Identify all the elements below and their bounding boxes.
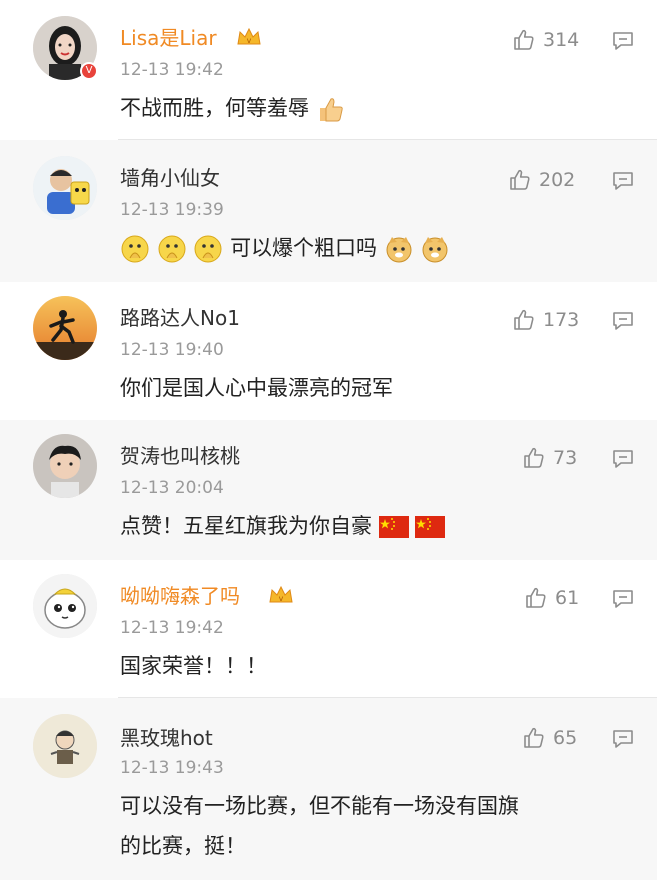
like-count: 173 [543,309,580,331]
avatar[interactable] [33,574,97,638]
comment-time: 12-13 19:42 [120,618,224,638]
like-button[interactable]: 73 [522,446,577,470]
username[interactable]: 呦呦嗨森了吗 [120,580,240,609]
avatar[interactable] [33,714,97,778]
pray-emoji-icon [194,235,222,263]
thumbs-up-icon [319,98,343,122]
pray-emoji-icon [121,235,149,263]
comment-text: 可以爆个粗口吗 [120,228,630,268]
reply-icon[interactable] [612,589,634,609]
like-button[interactable]: 173 [512,308,579,332]
verified-badge-icon: V [80,62,98,80]
vip-crown-icon: v [269,585,293,603]
comment-text: 国家荣誉！！！ [120,654,267,678]
comment-time: 12-13 19:43 [120,758,224,778]
comment-item: 路路达人No1 12-13 19:40 你们是国人心中最漂亮的冠军 173 [0,282,657,420]
comment-text: 不战而胜，何等羞辱 [120,88,630,128]
thumbs-up-outline-icon [524,447,544,468]
comment-text: 可以没有一场比赛，但不能有一场没有国旗 的比赛，挺！ [120,786,630,866]
china-flag-icon [378,516,409,538]
like-count: 314 [543,29,580,51]
comment-item: 黑玫瑰hot 12-13 19:43 可以没有一场比赛，但不能有一场没有国旗 的… [0,698,657,880]
comment-text: 你们是国人心中最漂亮的冠军 [120,376,393,400]
thumbs-up-outline-icon [524,727,544,748]
username[interactable]: 黑玫瑰hot [120,722,213,751]
comment-item: 呦呦嗨森了吗 v 12-13 19:42 国家荣誉！！！ 61 [0,560,657,698]
reply-icon[interactable] [612,311,634,331]
comment-list: V Lisa是Liar v 12-13 19:42 不战而胜，何等羞辱 314 … [0,0,657,880]
china-flag-icon [415,516,446,538]
comment-item: 墙角小仙女 12-13 19:39 可以爆个粗口吗 202 [0,140,657,282]
thumbs-up-outline-icon [510,169,530,190]
like-button[interactable]: 65 [522,726,577,750]
comment-text-line: 的比赛，挺！ [120,834,246,858]
reply-icon[interactable] [612,171,634,191]
vip-crown-icon: v [237,27,261,45]
username[interactable]: Lisa是Liar [120,22,217,51]
comment-time: 12-13 19:39 [120,200,224,220]
like-button[interactable]: 314 [512,28,579,52]
doge-icon [386,237,412,263]
avatar[interactable] [33,434,97,498]
comment-time: 12-13 20:04 [120,478,224,498]
like-count: 202 [539,169,576,191]
svg-text:v: v [279,594,284,603]
comment-text-line: 可以没有一场比赛，但不能有一场没有国旗 [120,794,519,818]
reply-icon[interactable] [612,31,634,51]
thumbs-up-outline-icon [526,587,546,608]
svg-text:v: v [247,36,252,45]
username[interactable]: 路路达人No1 [120,302,240,331]
comment-time: 12-13 19:40 [120,340,224,360]
reply-icon[interactable] [612,449,634,469]
comment-item: V Lisa是Liar v 12-13 19:42 不战而胜，何等羞辱 314 [0,0,657,140]
comment-text: 点赞！五星红旗我为你自豪 [120,506,630,546]
doge-icon [422,237,448,263]
like-button[interactable]: 202 [508,168,575,192]
pray-emoji-icon [158,235,186,263]
username[interactable]: 贺涛也叫核桃 [120,440,240,469]
like-count: 61 [555,587,580,609]
avatar[interactable] [33,156,97,220]
like-count: 65 [553,727,578,749]
username[interactable]: 墙角小仙女 [120,162,220,191]
thumbs-up-outline-icon [514,29,534,50]
thumbs-up-outline-icon [514,309,534,330]
reply-icon[interactable] [612,729,634,749]
comment-time: 12-13 19:42 [120,60,224,80]
like-button[interactable]: 61 [524,586,579,610]
like-count: 73 [553,447,578,469]
comment-item: 贺涛也叫核桃 12-13 20:04 点赞！五星红旗我为你自豪 73 [0,420,657,560]
avatar[interactable] [33,296,97,360]
